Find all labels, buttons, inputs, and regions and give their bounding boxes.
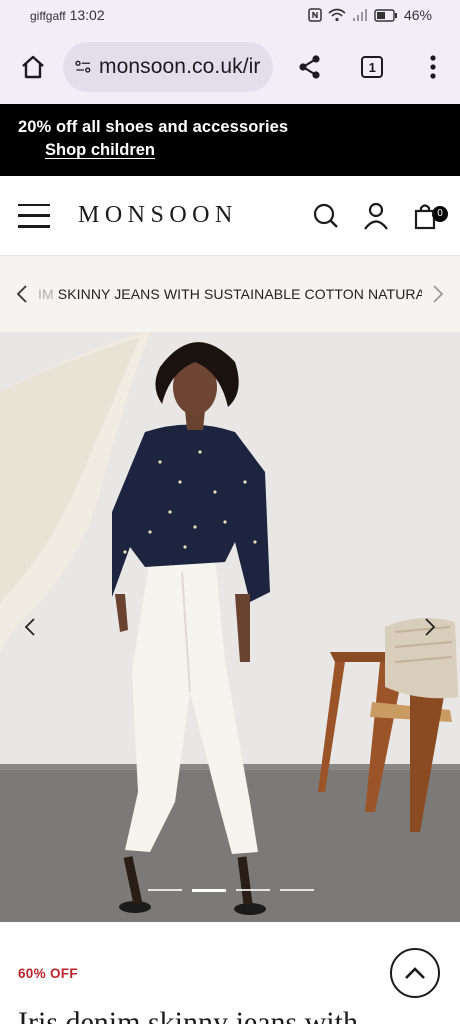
gallery-dot[interactable] <box>148 889 182 891</box>
account-button[interactable] <box>360 200 392 232</box>
bag-button[interactable]: 0 <box>410 200 448 232</box>
promo-banner: 20% off all shoes and accessories Shop c… <box>0 104 460 176</box>
wifi-icon <box>328 8 346 22</box>
chevron-right-icon <box>425 618 435 636</box>
share-icon <box>299 55 320 79</box>
signal-icon <box>352 8 368 22</box>
breadcrumb-next-button[interactable] <box>430 283 446 305</box>
browser-toolbar: monsoon.co.uk/ir 1 <box>0 30 460 104</box>
battery-percent: 46% <box>403 7 432 23</box>
url-text: monsoon.co.uk/ir <box>98 55 261 78</box>
gallery-dot-active[interactable] <box>192 889 226 892</box>
breadcrumb-faded: IM <box>38 286 58 302</box>
breadcrumb-prev-button[interactable] <box>14 283 30 305</box>
shop-children-link[interactable]: Shop children <box>45 141 155 160</box>
carrier-name: giffgaff <box>30 9 66 23</box>
tabs-button[interactable]: 1 <box>355 49 390 85</box>
search-button[interactable] <box>310 200 342 232</box>
product-title: Iris denim skinny jeans with <box>18 1006 358 1024</box>
address-bar[interactable]: monsoon.co.uk/ir <box>62 42 273 92</box>
chevron-right-icon <box>433 285 443 303</box>
more-icon <box>430 55 436 79</box>
gallery-prev-button[interactable] <box>18 615 42 639</box>
discount-label: 60% OFF <box>18 966 78 981</box>
clock: 13:02 <box>69 7 105 23</box>
product-image-gallery[interactable] <box>0 332 460 922</box>
home-button[interactable] <box>16 49 51 85</box>
home-icon <box>22 55 45 79</box>
gallery-pagination <box>148 889 314 892</box>
scroll-to-top-button[interactable] <box>390 948 440 998</box>
breadcrumb: IM SKINNY JEANS WITH SUSTAINABLE COTTON … <box>0 256 460 332</box>
battery-icon <box>374 8 398 22</box>
chevron-left-icon <box>25 618 35 636</box>
product-info: 60% OFF Iris denim skinny jeans with <box>0 922 460 1024</box>
gallery-next-button[interactable] <box>418 615 442 639</box>
more-menu-button[interactable] <box>416 49 451 85</box>
product-photo <box>0 332 460 922</box>
status-right: 46% <box>308 7 432 23</box>
menu-icon[interactable] <box>18 203 50 228</box>
gallery-dot[interactable] <box>236 889 270 891</box>
account-icon <box>364 202 388 230</box>
bag-count-badge: 0 <box>432 205 448 222</box>
site-header: MONSOON 0 <box>0 176 460 256</box>
gallery-dot[interactable] <box>280 889 314 891</box>
tabs-icon: 1 <box>361 56 384 78</box>
chevron-left-icon <box>17 285 27 303</box>
breadcrumb-text[interactable]: IM SKINNY JEANS WITH SUSTAINABLE COTTON … <box>38 286 422 302</box>
header-actions: 0 <box>310 200 448 232</box>
breadcrumb-current: SKINNY JEANS WITH SUSTAINABLE COTTON NAT… <box>57 286 422 302</box>
monsoon-logo[interactable]: MONSOON <box>78 202 238 229</box>
promo-message: 20% off all shoes and accessories <box>18 118 289 136</box>
search-icon <box>313 203 338 228</box>
status-bar: giffgaff 13:02 46% <box>0 0 460 30</box>
status-left: giffgaff 13:02 <box>30 7 105 23</box>
nfc-icon <box>308 8 322 22</box>
chevron-up-icon <box>405 967 425 979</box>
share-button[interactable] <box>293 49 328 85</box>
site-info-icon <box>74 60 90 73</box>
